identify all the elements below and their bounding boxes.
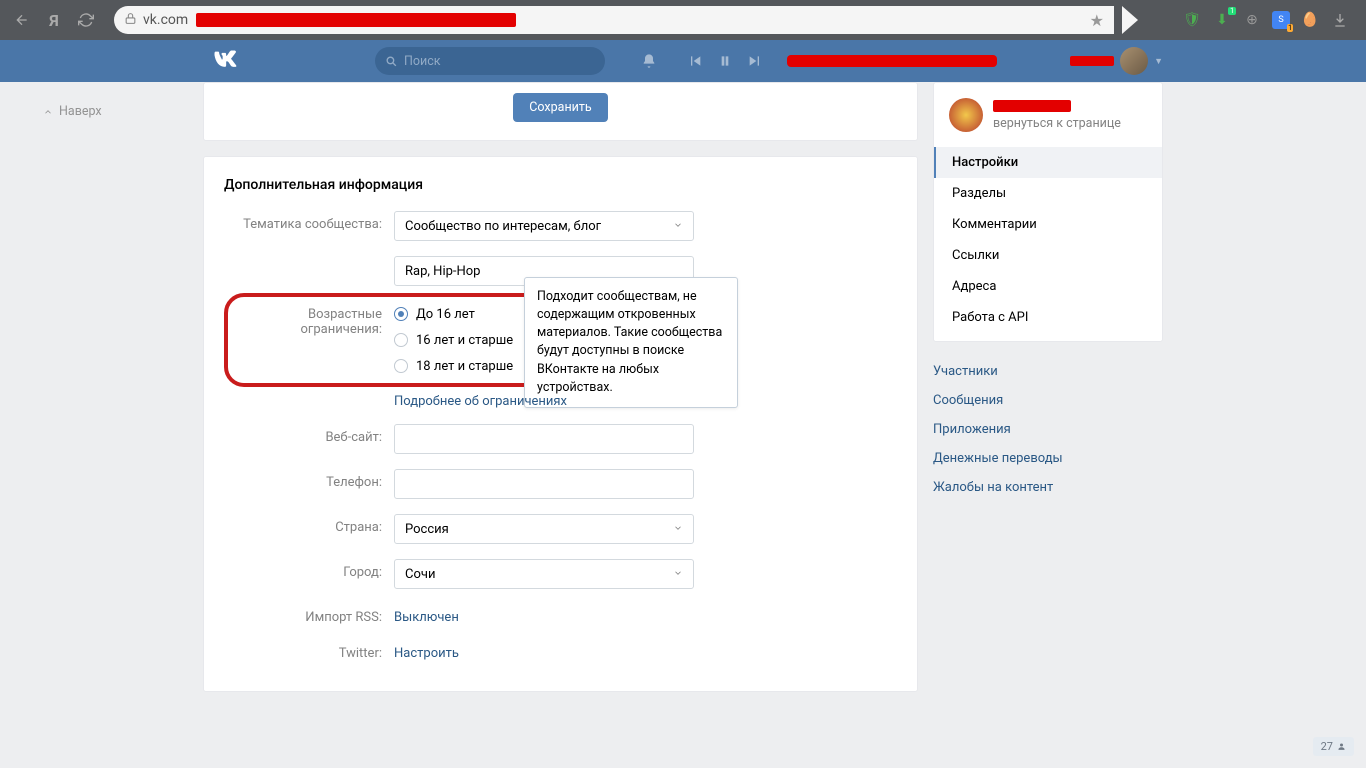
shield-icon[interactable]: 🛡 — [1182, 10, 1202, 30]
download-icon[interactable]: ⬇1 — [1212, 10, 1232, 30]
label-country: Страна: — [224, 514, 394, 535]
topic-value: Сообщество по интересам, блог — [405, 219, 601, 234]
search-input[interactable] — [404, 54, 595, 69]
chevron-down-icon — [673, 219, 683, 234]
downloads-icon[interactable] — [1330, 10, 1350, 30]
redacted — [993, 100, 1071, 112]
website-input[interactable] — [394, 424, 694, 454]
reload-button[interactable] — [74, 8, 98, 32]
community-avatar — [949, 98, 983, 132]
user-avatar[interactable] — [1120, 47, 1148, 75]
counter-value: 27 — [1321, 740, 1333, 753]
label-rss: Импорт RSS: — [224, 604, 394, 625]
visitor-counter[interactable]: 27 — [1313, 737, 1354, 756]
yandex-button[interactable]: Я — [42, 8, 66, 32]
label-website: Веб-сайт: — [224, 424, 394, 445]
label-phone: Телефон: — [224, 469, 394, 490]
media-controls — [685, 53, 765, 69]
side-card: вернуться к странице Настройки Разделы К… — [933, 82, 1163, 342]
next-track-icon[interactable] — [745, 53, 765, 69]
side-link-messages[interactable]: Сообщения — [933, 386, 1163, 415]
age-more-link[interactable]: Подробнее об ограничениях — [394, 394, 567, 409]
redacted — [787, 55, 997, 67]
side-link-reports[interactable]: Жалобы на контент — [933, 473, 1163, 502]
scroll-top-label: Наверх — [59, 104, 102, 119]
url-domain: vk.com — [143, 12, 188, 28]
url-tail — [1122, 6, 1138, 34]
egg-icon[interactable]: 🥚 — [1300, 10, 1320, 30]
country-select[interactable]: Россия — [394, 514, 694, 544]
side-item-settings[interactable]: Настройки — [934, 147, 1162, 178]
lock-icon — [124, 12, 137, 29]
label-twitter: Twitter: — [224, 640, 394, 661]
city-select[interactable]: Сочи — [394, 559, 694, 589]
browser-chrome: Я vk.com ★ 🛡 ⬇1 ⊕ S1 🥚 — [0, 0, 1366, 40]
radio-icon — [394, 359, 408, 373]
side-item-addresses[interactable]: Адреса — [934, 271, 1162, 302]
back-to-page-link[interactable]: вернуться к странице — [993, 116, 1121, 131]
vk-header: ▼ — [0, 40, 1366, 82]
side-item-sections[interactable]: Разделы — [934, 178, 1162, 209]
search-box[interactable] — [375, 47, 605, 75]
label-topic: Тематика сообщества: — [224, 211, 394, 232]
card-title: Дополнительная информация — [224, 177, 897, 193]
url-bar[interactable]: vk.com ★ — [114, 6, 1114, 34]
translate-icon[interactable]: S1 — [1272, 11, 1290, 29]
side-links: Участники Сообщения Приложения Денежные … — [933, 357, 1163, 502]
globe-icon[interactable]: ⊕ — [1242, 10, 1262, 30]
country-value: Россия — [405, 522, 449, 537]
age-tooltip: Подходит сообществам, не содержащим откр… — [524, 277, 738, 408]
chevron-down-icon — [673, 522, 683, 537]
chevron-down-icon[interactable]: ▼ — [1154, 56, 1163, 67]
save-section: Сохранить — [203, 82, 918, 141]
side-item-links[interactable]: Ссылки — [934, 240, 1162, 271]
bookmark-star-icon[interactable]: ★ — [1090, 11, 1104, 30]
city-value: Сочи — [405, 567, 435, 582]
chevron-down-icon — [673, 567, 683, 582]
additional-info-card: Дополнительная информация Тематика сообщ… — [203, 156, 918, 692]
back-button[interactable] — [10, 8, 34, 32]
rss-link[interactable]: Выключен — [394, 610, 459, 625]
side-menu: Настройки Разделы Комментарии Ссылки Адр… — [934, 147, 1162, 333]
side-item-api[interactable]: Работа с API — [934, 302, 1162, 333]
vk-logo[interactable] — [211, 47, 239, 75]
genre-value: Rap, Hip-Hop — [405, 264, 480, 279]
notifications-icon[interactable] — [639, 53, 659, 69]
topic-select[interactable]: Сообщество по интересам, блог — [394, 211, 694, 241]
label-age: Возрастные ограничения: — [224, 301, 394, 337]
redacted — [1070, 56, 1114, 66]
label-city: Город: — [224, 559, 394, 580]
side-item-comments[interactable]: Комментарии — [934, 209, 1162, 240]
scroll-top-link[interactable]: Наверх — [43, 104, 102, 119]
person-icon — [1337, 742, 1346, 751]
pause-icon[interactable] — [715, 53, 735, 69]
redacted — [196, 13, 516, 27]
phone-input[interactable] — [394, 469, 694, 499]
side-link-payments[interactable]: Денежные переводы — [933, 444, 1163, 473]
twitter-link[interactable]: Настроить — [394, 646, 459, 661]
chevron-up-icon — [43, 107, 53, 117]
save-button[interactable]: Сохранить — [513, 93, 607, 122]
side-link-members[interactable]: Участники — [933, 357, 1163, 386]
search-icon — [385, 55, 398, 68]
radio-icon — [394, 307, 408, 321]
side-head[interactable]: вернуться к странице — [934, 83, 1162, 147]
side-link-apps[interactable]: Приложения — [933, 415, 1163, 444]
prev-track-icon[interactable] — [685, 53, 705, 69]
radio-icon — [394, 333, 408, 347]
extensions: 🛡 ⬇1 ⊕ S1 🥚 — [1182, 10, 1356, 30]
